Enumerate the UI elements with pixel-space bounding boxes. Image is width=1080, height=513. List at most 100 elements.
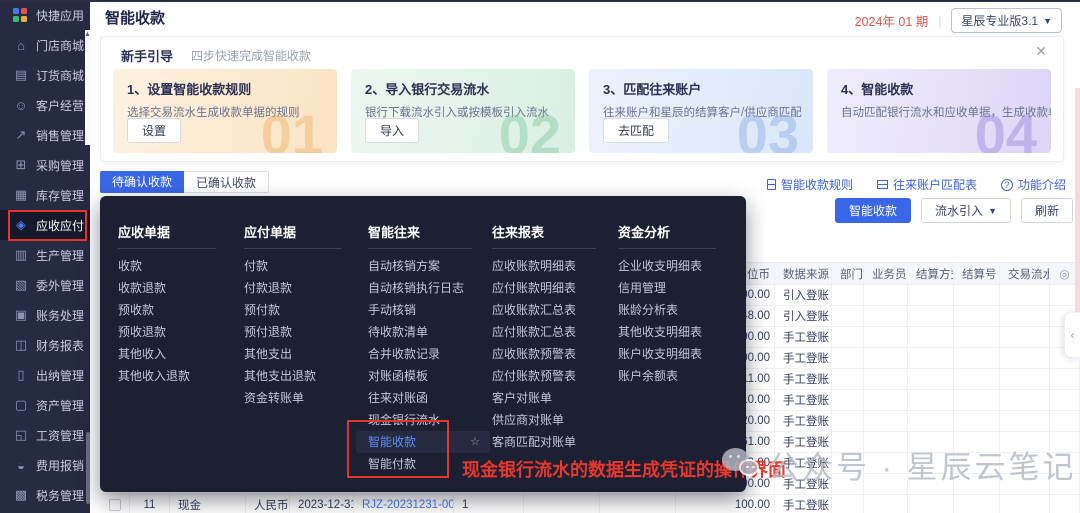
- receivable-payable-icon: ◈: [13, 217, 29, 233]
- menu-item-label: 应收账款明细表: [492, 259, 576, 273]
- sidebar-item-quick-apps[interactable]: 快捷应用: [0, 0, 90, 30]
- menu-item[interactable]: 往来对账函: [368, 387, 486, 409]
- guide-card-step-4: 4、智能收款自动匹配银行流水和应收单据，生成收款单据04: [827, 69, 1051, 153]
- menu-item[interactable]: 付款: [244, 255, 356, 277]
- link-account-match-table[interactable]: 往来账户匹配表: [877, 176, 977, 193]
- menu-item[interactable]: 应收账款预警表: [492, 343, 610, 365]
- link-label: 往来账户匹配表: [893, 176, 977, 193]
- menu-item[interactable]: 应收账款明细表: [492, 255, 610, 277]
- scroll-up-icon[interactable]: ▲: [84, 31, 91, 38]
- sidebar-item-tax-mgmt[interactable]: ▩税务管理: [0, 480, 90, 510]
- page-title: 智能收款: [105, 7, 165, 28]
- version-dropdown[interactable]: 星辰专业版3.1 ▼: [951, 8, 1062, 33]
- table-cell: 1: [454, 495, 524, 513]
- menu-item[interactable]: 其他收支明细表: [618, 321, 730, 343]
- menu-item[interactable]: 资金转账单: [244, 387, 356, 409]
- menu-item-label: 企业收支明细表: [618, 259, 702, 273]
- tab-pending-receipts[interactable]: 待确认收款: [100, 171, 184, 193]
- doc-number-link[interactable]: RJZ-20231231-00001: [362, 499, 454, 511]
- sidebar-item-customer-ops[interactable]: ☺客户经营: [0, 90, 90, 120]
- menu-item[interactable]: 企业收支明细表: [618, 255, 730, 277]
- table-cell: 手工登账: [775, 390, 832, 410]
- menu-item[interactable]: 预收退款: [118, 321, 230, 343]
- sidebar-item-asset-mgmt[interactable]: ▢资产管理: [0, 390, 90, 420]
- menu-item[interactable]: 应付账款预警表: [492, 365, 610, 387]
- menu-item[interactable]: 付款退款: [244, 277, 356, 299]
- menu-item-smart-receipt[interactable]: 智能收款☆: [356, 431, 490, 453]
- sidebar-item-sales-mgmt[interactable]: ↗销售管理: [0, 120, 90, 150]
- sidebar-item-payroll-mgmt[interactable]: ◱工资管理: [0, 420, 90, 450]
- menu-item[interactable]: 客商匹配对账单: [492, 431, 610, 453]
- sidebar-item-financial-reports[interactable]: ◫财务报表: [0, 330, 90, 360]
- menu-divider: [492, 248, 596, 249]
- table-cell: [832, 369, 864, 389]
- column-settings-gear-icon[interactable]: ◎: [1059, 267, 1069, 281]
- sidebar-item-store-mall[interactable]: ⌂门店商城: [0, 30, 90, 60]
- menu-item[interactable]: 账户余额表: [618, 365, 730, 387]
- right-edge-scrollbar[interactable]: [1075, 88, 1080, 340]
- card-action-button[interactable]: 去匹配: [603, 118, 669, 143]
- row-checkbox[interactable]: [109, 499, 121, 511]
- menu-item-label: 付款退款: [244, 281, 292, 295]
- table-cell: [864, 285, 908, 305]
- card-action-button[interactable]: 导入: [365, 118, 419, 143]
- sidebar-item-expense-claim[interactable]: ◒费用报销: [0, 450, 90, 480]
- smart-receipt-button[interactable]: 智能收款: [835, 198, 911, 223]
- close-icon[interactable]: ✕: [1035, 43, 1047, 60]
- menu-item[interactable]: 应收账款汇总表: [492, 299, 610, 321]
- menu-item[interactable]: 其他收入退款: [118, 365, 230, 387]
- table-cell: [1050, 369, 1080, 389]
- table-cell: [1050, 390, 1080, 410]
- menu-item[interactable]: 信用管理: [618, 277, 730, 299]
- link-smart-receipt-rules[interactable]: 智能收款规则: [767, 176, 853, 193]
- menu-item[interactable]: 收款: [118, 255, 230, 277]
- menu-item[interactable]: 自动核销执行日志: [368, 277, 486, 299]
- flow-import-dropdown[interactable]: 流水引入 ▼: [921, 198, 1011, 223]
- menu-item[interactable]: 供应商对账单: [492, 409, 610, 431]
- panel-collapse-handle[interactable]: ‹: [1064, 312, 1080, 358]
- link-feature-intro[interactable]: ? 功能介绍: [1001, 176, 1066, 193]
- sidebar-item-bookkeeping[interactable]: ▣账务处理: [0, 300, 90, 330]
- sidebar-item-inventory-mgmt[interactable]: ▦库存管理: [0, 180, 90, 210]
- menu-item[interactable]: 预收款: [118, 299, 230, 321]
- menu-item[interactable]: 预付退款: [244, 321, 356, 343]
- sidebar-item-production-mgmt[interactable]: ▥生产管理: [0, 240, 90, 270]
- financial-reports-icon: ◫: [13, 337, 29, 353]
- menu-item[interactable]: 客户对账单: [492, 387, 610, 409]
- menu-item[interactable]: 账户收支明细表: [618, 343, 730, 365]
- menu-item[interactable]: 收款退款: [118, 277, 230, 299]
- menu-item[interactable]: 应付账款明细表: [492, 277, 610, 299]
- menu-item[interactable]: 自动核销方案: [368, 255, 486, 277]
- table-cell: 手工登账: [775, 327, 832, 347]
- menu-item[interactable]: 手动核销: [368, 299, 486, 321]
- menu-item[interactable]: 其他收入: [118, 343, 230, 365]
- table-cell: [954, 327, 1000, 347]
- card-action-button[interactable]: 设置: [127, 118, 181, 143]
- tab-confirmed-receipts[interactable]: 已确认收款: [184, 171, 269, 193]
- favorite-star-icon[interactable]: ☆: [470, 431, 480, 453]
- table-cell: [100, 495, 130, 513]
- table-cell: 手工登账: [775, 369, 832, 389]
- menu-item[interactable]: 预付款: [244, 299, 356, 321]
- menu-item-label: 现金银行流水: [368, 413, 440, 427]
- menu-item[interactable]: 待收款清单: [368, 321, 486, 343]
- menu-item[interactable]: 其他支出: [244, 343, 356, 365]
- menu-item[interactable]: 其他支出退款: [244, 365, 356, 387]
- menu-item[interactable]: 现金银行流水: [368, 409, 486, 431]
- sidebar-item-receivable-payable[interactable]: ◈应收应付: [0, 210, 90, 240]
- menu-item[interactable]: 对账函模板: [368, 365, 486, 387]
- menu-item[interactable]: 合并收款记录: [368, 343, 486, 365]
- sidebar-scrollbar-track[interactable]: [85, 30, 91, 145]
- sidebar-item-cashier-mgmt[interactable]: ▯出纳管理: [0, 360, 90, 390]
- sidebar-item-purchase-mgmt[interactable]: ⊞采购管理: [0, 150, 90, 180]
- menu-item[interactable]: 应付账款汇总表: [492, 321, 610, 343]
- scrollbar-thumb[interactable]: [86, 432, 90, 504]
- table-cell: [1000, 495, 1050, 513]
- table-cell: [832, 495, 864, 513]
- header-cell: 部门: [832, 263, 864, 284]
- table-cell: [864, 348, 908, 368]
- sidebar-item-order-mall[interactable]: ▤订货商城: [0, 60, 90, 90]
- sidebar-item-outsourcing-mgmt[interactable]: ▧委外管理: [0, 270, 90, 300]
- menu-item[interactable]: 账龄分析表: [618, 299, 730, 321]
- refresh-button[interactable]: 刷新: [1021, 198, 1073, 223]
